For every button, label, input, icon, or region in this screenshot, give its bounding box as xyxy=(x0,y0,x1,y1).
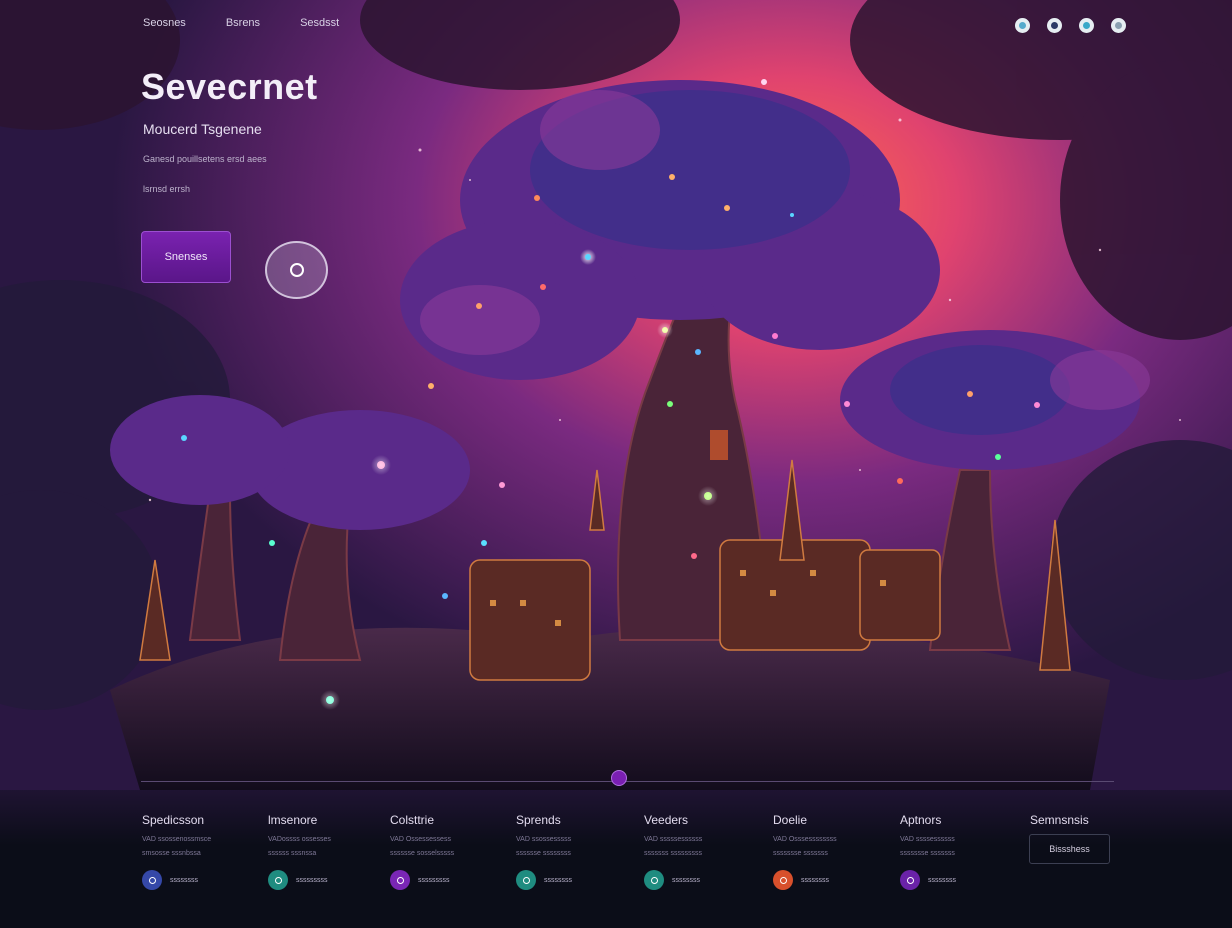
column-heading: lmsenore xyxy=(268,813,318,827)
feature-column: Sprends VAD ssossesssss sssssse ssssssss… xyxy=(516,813,636,890)
circle-icon xyxy=(390,870,410,890)
hero-illustration xyxy=(0,0,1232,928)
column-heading: Semnsnsis xyxy=(1030,813,1089,827)
feature-column: Semnsnsis xyxy=(1030,813,1150,827)
column-heading: Veeders xyxy=(644,813,689,827)
column-line: sssssss sssssssss xyxy=(644,850,702,857)
feature-column: Colsttrie VAD Ossessessess sssssse sosse… xyxy=(390,813,510,890)
slider-track[interactable] xyxy=(141,781,1114,782)
circle-icon xyxy=(644,870,664,890)
column-line: smsosse sssnbssa xyxy=(142,850,201,857)
column-line: VAD Osssessssssss xyxy=(773,836,837,843)
column-heading: Aptnors xyxy=(900,813,942,827)
column-line: VAD sssssessssss xyxy=(644,836,703,843)
badge-label: sssssssss xyxy=(296,876,328,884)
nav-item-2[interactable]: Bsrens xyxy=(226,17,260,29)
header-icons xyxy=(1015,18,1126,33)
column-heading: Sprends xyxy=(516,813,561,827)
column-badge[interactable]: sssssssss xyxy=(390,870,450,890)
column-line: ssssss sssnssa xyxy=(268,850,317,857)
column-heading: Colsttrie xyxy=(390,813,435,827)
column-badge[interactable]: sssssssss xyxy=(268,870,328,890)
feature-column: Doelie VAD Osssessssssss ssssssse ssssss… xyxy=(773,813,893,890)
circle-icon xyxy=(900,870,920,890)
nav-item-3[interactable]: Sesdsst xyxy=(300,17,339,29)
column-heading: Spedicsson xyxy=(142,813,205,827)
play-button[interactable] xyxy=(265,241,328,299)
badge-label: ssssssss xyxy=(170,876,198,884)
hero-title: Sevecrnet xyxy=(141,66,318,107)
column-heading: Doelie xyxy=(773,813,808,827)
column-line: VADossss ossesses xyxy=(268,836,331,843)
column-line: VAD ssossenossmsce xyxy=(142,836,212,843)
badge-label: sssssssss xyxy=(418,876,450,884)
column-badge[interactable]: ssssssss xyxy=(516,870,572,890)
hero-description-2: lsrnsd errsh xyxy=(143,184,191,194)
circle-icon xyxy=(268,870,288,890)
hero-subtitle: Moucerd Tsgenene xyxy=(143,121,262,137)
cta-button[interactable]: Snenses xyxy=(141,231,231,283)
badge-label: ssssssss xyxy=(801,876,829,884)
camera-icon[interactable] xyxy=(1015,18,1030,33)
top-nav: Seosnes Bsrens Sesdsst xyxy=(143,17,339,29)
globe-icon[interactable] xyxy=(1079,18,1094,33)
column-line: sssssse ssssssss xyxy=(516,850,571,857)
column-badge[interactable]: ssssssss xyxy=(900,870,956,890)
feature-column: Spedicsson VAD ssossenossmsce smsosse ss… xyxy=(142,813,262,890)
column-line: ssssssse sssssss xyxy=(900,850,955,857)
circle-icon xyxy=(773,870,793,890)
badge-label: ssssssss xyxy=(544,876,572,884)
column-line: ssssssse sssssss xyxy=(773,850,828,857)
hero-description: Ganesd pouillsetens ersd aees xyxy=(143,154,267,164)
feature-column: Veeders VAD sssssessssss sssssss sssssss… xyxy=(644,813,764,890)
circle-icon xyxy=(516,870,536,890)
column-line: VAD Ossessessess xyxy=(390,836,451,843)
circle-icon xyxy=(142,870,162,890)
column-badge[interactable]: ssssssss xyxy=(773,870,829,890)
play-icon xyxy=(289,263,304,277)
column-badge[interactable]: ssssssss xyxy=(644,870,700,890)
settings-icon[interactable] xyxy=(1111,18,1126,33)
nav-item-1[interactable]: Seosnes xyxy=(143,17,186,29)
badge-label: ssssssss xyxy=(928,876,956,884)
feature-column: lmsenore VADossss ossesses ssssss sssnss… xyxy=(268,813,388,890)
column-line: sssssse sosselsssss xyxy=(390,850,455,857)
feature-column: Aptnors VAD ssssessssss ssssssse sssssss… xyxy=(900,813,1020,890)
column-line: VAD ssssessssss xyxy=(900,836,955,843)
footer-button[interactable]: Bissshess xyxy=(1029,834,1110,864)
badge-label: ssssssss xyxy=(672,876,700,884)
column-line: VAD ssossesssss xyxy=(516,836,572,843)
location-icon[interactable] xyxy=(1047,18,1062,33)
slider-handle[interactable] xyxy=(611,770,627,786)
column-badge[interactable]: ssssssss xyxy=(142,870,198,890)
